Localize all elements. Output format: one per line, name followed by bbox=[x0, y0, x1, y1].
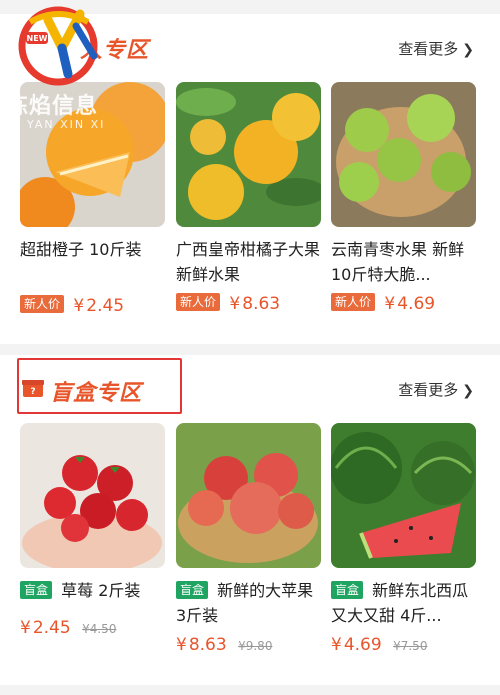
currency-symbol: ¥ bbox=[384, 294, 396, 314]
logo-new-text: NEW bbox=[27, 34, 48, 43]
new-user-badge: 新人价 bbox=[176, 293, 221, 311]
currency-symbol: ¥ bbox=[176, 635, 187, 655]
blind-box-section: ? 盲盒专区 查看更多 ❯ 盲盒 草莓 2斤装 ¥ 2.45 ¥4.50 盲盒 … bbox=[0, 355, 500, 685]
price-row: ¥8.63 ¥9.80 bbox=[176, 632, 321, 658]
product-card[interactable]: 云南青枣水果 新鲜10斤特大脆... 新人价 ¥4.69 bbox=[331, 82, 476, 317]
product-price: 8.63 bbox=[188, 635, 227, 655]
view-more-label: 查看更多 bbox=[398, 381, 459, 399]
currency-symbol: ¥ bbox=[331, 635, 342, 655]
product-image-watermelon[interactable] bbox=[331, 423, 476, 568]
product-price: 2.45 bbox=[86, 296, 125, 316]
new-user-badge: 新人价 bbox=[20, 295, 65, 313]
product-name-row[interactable]: 盲盒 新鲜的大苹果 3斤装 bbox=[176, 578, 321, 628]
view-more-link[interactable]: 查看更多 ❯ bbox=[398, 38, 474, 59]
watermark-main: 炼焰信息 bbox=[6, 94, 99, 119]
price-row: 新人价 ¥4.69 bbox=[331, 291, 476, 317]
blind-box-badge: 盲盒 bbox=[20, 580, 53, 599]
product-name[interactable]: 云南青枣水果 新鲜10斤特大脆... bbox=[331, 237, 476, 287]
product-price: 4.69 bbox=[397, 294, 436, 314]
currency-symbol: ¥ bbox=[20, 618, 31, 638]
original-price: ¥9.80 bbox=[238, 639, 273, 653]
product-price: 8.63 bbox=[242, 294, 281, 314]
price-row: 新人价 ¥8.63 bbox=[176, 291, 321, 317]
product-card[interactable]: 广西皇帝柑橘子大果新鲜水果 新人价 ¥8.63 bbox=[176, 82, 321, 317]
new-user-badge: 新人价 bbox=[331, 293, 376, 311]
section-title: 盲盒专区 bbox=[50, 381, 143, 406]
view-more-link[interactable]: 查看更多 ❯ bbox=[398, 379, 474, 400]
product-image-tangerine[interactable] bbox=[176, 82, 321, 227]
chevron-right-icon: ❯ bbox=[462, 383, 474, 399]
price-row: ¥4.69 ¥7.50 bbox=[331, 632, 476, 658]
watermark-sub: HI YAN XIN XI bbox=[6, 118, 106, 131]
product-card[interactable]: 盲盒 新鲜东北西瓜又大又甜 4斤... ¥4.69 ¥7.50 bbox=[331, 423, 476, 658]
price-row: 新人价 ¥2.45 bbox=[20, 293, 165, 319]
product-image-apple[interactable] bbox=[176, 423, 321, 568]
currency-symbol: ¥ bbox=[229, 294, 241, 314]
product-image-strawberry[interactable] bbox=[20, 423, 165, 568]
product-name-row[interactable]: 盲盒 草莓 2斤装 bbox=[20, 578, 165, 603]
original-price: ¥7.50 bbox=[393, 639, 428, 653]
product-name[interactable]: 超甜橙子 10斤装 bbox=[20, 237, 165, 287]
chevron-right-icon: ❯ bbox=[462, 42, 474, 58]
product-name[interactable]: 广西皇帝柑橘子大果新鲜水果 bbox=[176, 237, 321, 287]
svg-text:?: ? bbox=[30, 387, 35, 397]
gift-box-icon: ? bbox=[22, 376, 44, 398]
product-name: 草莓 2斤装 bbox=[61, 581, 141, 600]
view-more-label: 查看更多 bbox=[398, 40, 459, 58]
watermark: 炼焰信息 HI YAN XIN XI bbox=[6, 88, 105, 131]
currency-symbol: ¥ bbox=[73, 296, 85, 316]
product-image-jujube[interactable] bbox=[331, 82, 476, 227]
section-header: ? 盲盒专区 查看更多 ❯ bbox=[0, 355, 500, 417]
brand-logo: NEW bbox=[10, 0, 120, 88]
blind-box-badge: 盲盒 bbox=[331, 580, 364, 599]
original-price: ¥4.50 bbox=[82, 622, 117, 636]
price-row: ¥2.45 ¥4.50 bbox=[20, 615, 165, 641]
product-card[interactable]: 盲盒 草莓 2斤装 ¥2.45 ¥4.50 bbox=[20, 423, 165, 641]
product-card[interactable]: 盲盒 新鲜的大苹果 3斤装 ¥8.63 ¥9.80 bbox=[176, 423, 321, 658]
product-price: 4.69 bbox=[343, 635, 382, 655]
product-price: 2.45 bbox=[32, 618, 71, 638]
product-name-row[interactable]: 盲盒 新鲜东北西瓜又大又甜 4斤... bbox=[331, 578, 476, 628]
blind-box-badge: 盲盒 bbox=[176, 580, 209, 599]
